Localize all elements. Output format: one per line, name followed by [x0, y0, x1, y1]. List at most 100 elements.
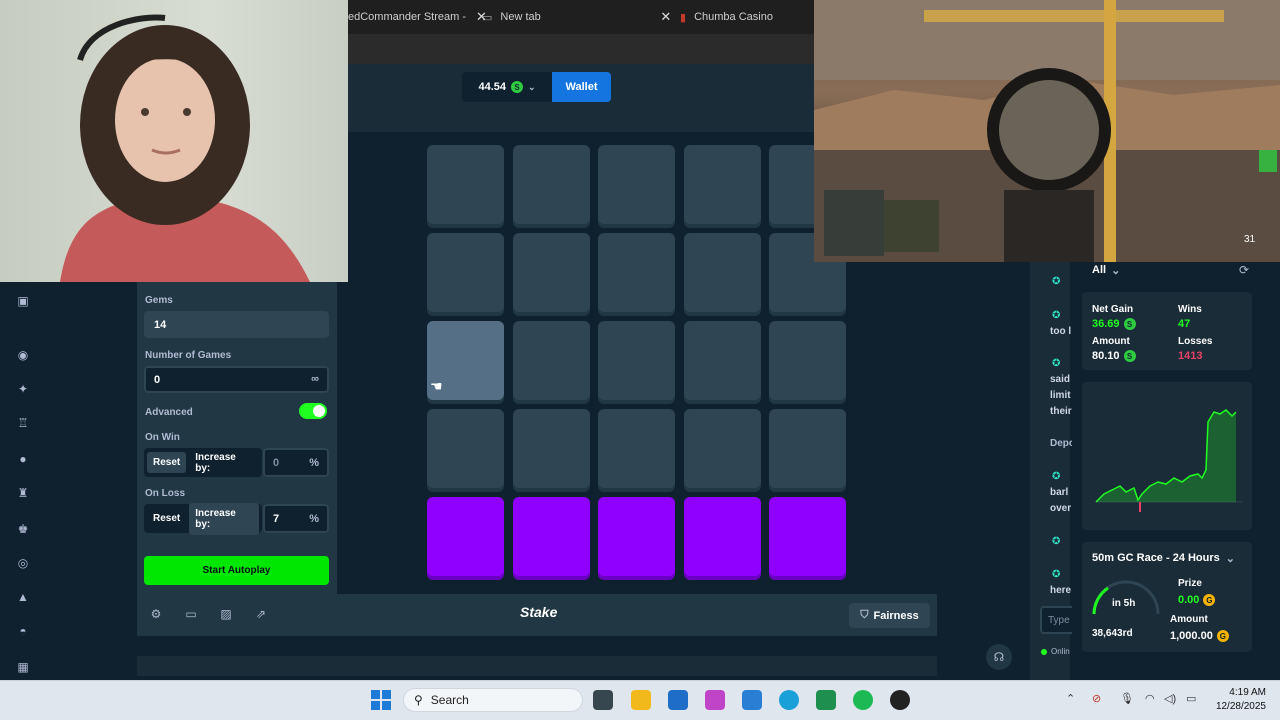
stake-originals-icon[interactable]: ◉: [16, 348, 30, 362]
all-games-icon[interactable]: ▦: [16, 660, 30, 674]
system-clock[interactable]: 4:19 AM 12/28/2025: [1206, 686, 1266, 714]
advanced-toggle[interactable]: [299, 403, 327, 419]
mine-tile[interactable]: [684, 409, 761, 488]
settings-icon[interactable]: ⚙: [149, 607, 163, 621]
store-icon[interactable]: [668, 690, 688, 710]
gem-tile[interactable]: [684, 497, 761, 576]
mine-tile[interactable]: [598, 233, 675, 312]
live-stats-icon[interactable]: ▨: [219, 607, 233, 621]
mine-tile[interactable]: [598, 321, 675, 400]
roulette-icon[interactable]: ◎: [16, 556, 30, 570]
mine-tile[interactable]: [427, 233, 504, 312]
number-of-games-input[interactable]: 0 ∞: [144, 366, 329, 393]
wallet-button[interactable]: Wallet: [552, 72, 611, 102]
mine-tile[interactable]: [513, 409, 590, 488]
taskbar-search[interactable]: ⚲ Search: [403, 688, 583, 712]
mine-tile[interactable]: [769, 321, 846, 400]
mine-tile[interactable]: [427, 145, 504, 224]
on-loss-mode: Reset Increase by:: [144, 502, 262, 535]
gem-tile[interactable]: [598, 497, 675, 576]
tab-stream-label: edCommander Stream -: [348, 11, 466, 23]
search-placeholder: Search: [430, 693, 469, 707]
mine-tile[interactable]: [598, 145, 675, 224]
mine-tile[interactable]: [513, 145, 590, 224]
theatre-mode-icon[interactable]: ▭: [184, 607, 198, 621]
windows-start-icon[interactable]: [371, 690, 391, 710]
gem-tile[interactable]: [769, 497, 846, 576]
games-value: 0: [154, 373, 161, 386]
on-loss-increase-button[interactable]: Increase by:: [189, 502, 259, 535]
exclusives-icon[interactable]: ♚: [16, 522, 30, 536]
new-releases-icon[interactable]: ✦: [16, 382, 30, 396]
on-win-increase-input[interactable]: 0 %: [263, 448, 329, 477]
app-icon[interactable]: [816, 690, 836, 710]
table-games-icon[interactable]: ▲: [16, 590, 30, 604]
start-autoplay-button[interactable]: Start Autoplay: [144, 556, 329, 585]
copilot-icon[interactable]: [705, 690, 725, 710]
on-win-value: 0: [273, 456, 280, 469]
mine-tile[interactable]: [684, 233, 761, 312]
outlook-icon[interactable]: [742, 690, 762, 710]
security-icon[interactable]: ⊘: [1092, 692, 1101, 705]
mine-tile[interactable]: [427, 409, 504, 488]
mine-tile[interactable]: [684, 145, 761, 224]
live-casino-icon[interactable]: ●: [16, 452, 30, 466]
tab-stream[interactable]: edCommander Stream - ✕: [348, 0, 487, 34]
refresh-icon[interactable]: ⟳: [1239, 263, 1249, 277]
chat-message-fragment: over: [1050, 503, 1072, 514]
address-bar[interactable]: [348, 34, 814, 64]
tab-chumba[interactable]: ▮ Chumba Casino: [680, 0, 773, 34]
task-view-icon[interactable]: [593, 690, 613, 710]
fairness-button[interactable]: ⛉ Fairness: [849, 603, 930, 628]
gems-field[interactable]: 14: [144, 311, 329, 338]
mine-tile[interactable]: [513, 321, 590, 400]
stats-filter-dropdown[interactable]: All ⌄: [1092, 264, 1120, 277]
wifi-icon[interactable]: ◠: [1145, 692, 1155, 705]
microphone-icon[interactable]: 🎙︎: [1120, 692, 1134, 705]
gem-tile[interactable]: [513, 497, 590, 576]
net-gain-value: 36.69: [1092, 318, 1120, 330]
volume-icon[interactable]: ◁): [1164, 692, 1176, 705]
on-loss-reset-button[interactable]: Reset: [147, 508, 186, 529]
on-loss-increase-input[interactable]: 7 %: [263, 504, 329, 533]
mine-tile[interactable]: [513, 233, 590, 312]
battery-icon[interactable]: ▭: [1186, 692, 1196, 705]
blackjack-icon[interactable]: ◓: [16, 624, 30, 638]
tab-new[interactable]: ▭ New tab ✕: [482, 0, 671, 34]
race-title[interactable]: 50m GC Race - 24 Hours ⌄: [1092, 552, 1235, 565]
webcam-person-image: [60, 14, 310, 282]
on-win-reset-button[interactable]: Reset: [147, 452, 187, 473]
popout-icon[interactable]: ⇗: [254, 607, 268, 621]
ammo-count: 31: [1244, 234, 1256, 245]
on-win-increase-button[interactable]: Increase by:: [189, 447, 259, 479]
casino-icon[interactable]: ▣: [16, 294, 30, 308]
race-amount: 1,000.00 G: [1170, 630, 1229, 642]
close-tab-icon[interactable]: ✕: [660, 9, 671, 25]
race-time: in 5h: [1112, 598, 1136, 609]
percent-symbol: %: [309, 513, 319, 525]
support-headset-icon[interactable]: ☊: [986, 644, 1012, 670]
mine-tile[interactable]: [598, 409, 675, 488]
chat-message-fragment: barl: [1050, 487, 1069, 498]
gem-tile[interactable]: [427, 497, 504, 576]
game-shows-icon[interactable]: ♜: [16, 486, 30, 500]
infinity-icon[interactable]: ∞: [311, 373, 319, 385]
edge-icon[interactable]: [779, 690, 799, 710]
tab-new-label: New tab: [500, 11, 541, 23]
obs-icon[interactable]: [890, 690, 910, 710]
file-explorer-icon[interactable]: [631, 690, 651, 710]
mine-tile[interactable]: [769, 409, 846, 488]
mine-tile[interactable]: [684, 321, 761, 400]
chevron-down-icon: ⌄: [1111, 265, 1121, 277]
slots-icon[interactable]: ♖: [16, 416, 30, 430]
chat-message-fragment: too l: [1050, 326, 1072, 337]
race-amount-label: Amount: [1170, 614, 1208, 625]
clock-date: 12/28/2025: [1215, 701, 1266, 712]
online-dot-icon: [1041, 649, 1047, 655]
profit-area: [1096, 410, 1236, 502]
chevron-up-icon[interactable]: ⌃: [1066, 692, 1075, 705]
balance-selector[interactable]: 44.54 S ⌄: [462, 72, 552, 102]
cursor-icon: ☚: [430, 378, 443, 394]
spotify-icon[interactable]: [853, 690, 873, 710]
tab-favicon-icon: ▮: [680, 11, 687, 24]
